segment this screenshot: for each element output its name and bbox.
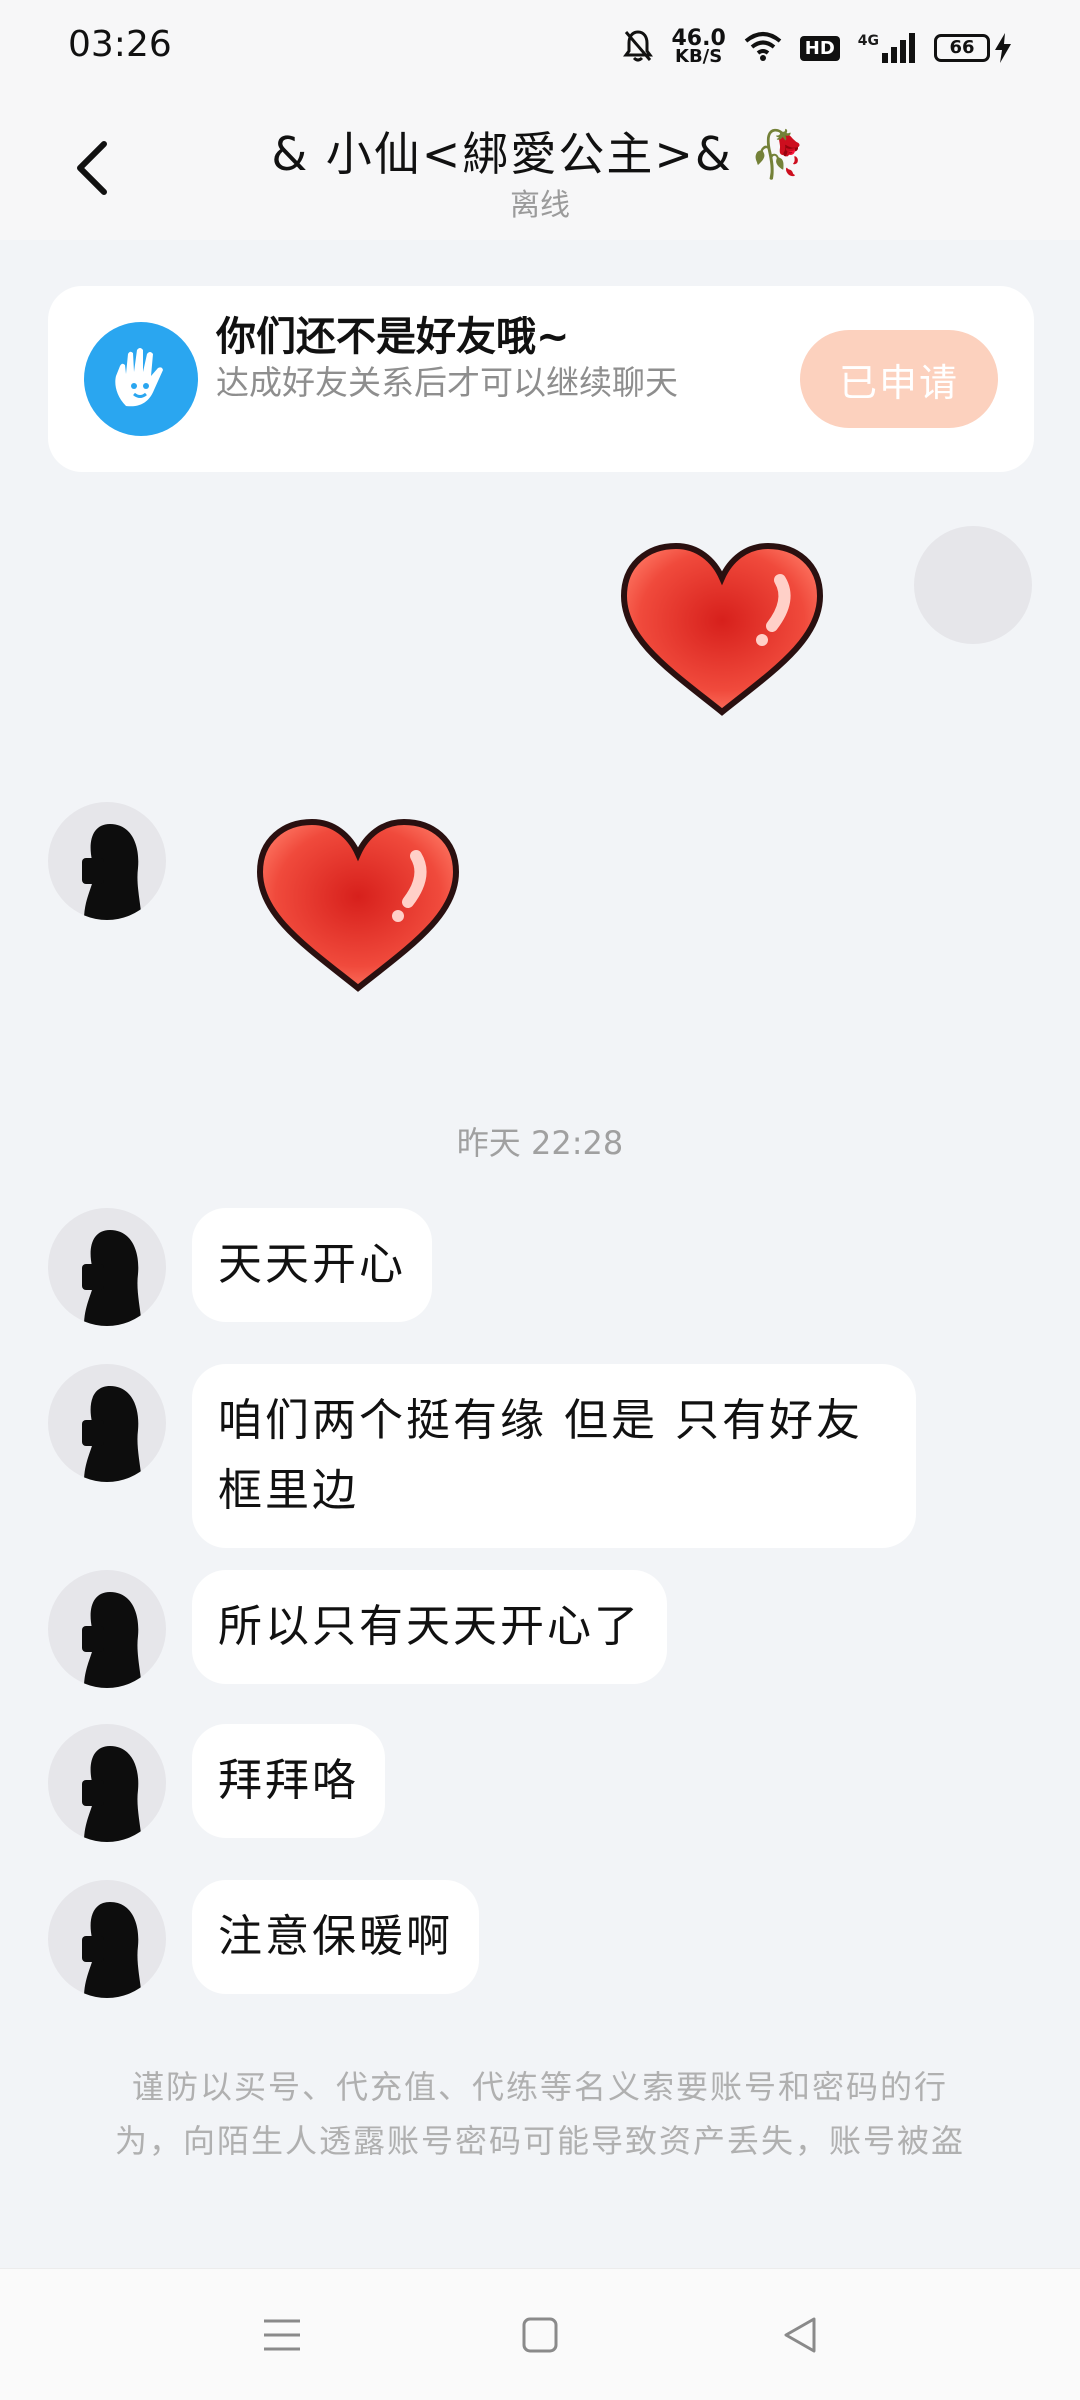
friend-banner-description: 达成好友关系后才可以继续聊天: [216, 363, 678, 402]
sent-heart-sticker[interactable]: [612, 540, 832, 724]
message-bubble[interactable]: 注意保暖啊: [192, 1880, 479, 1994]
charging-icon: [995, 33, 1011, 63]
friend-request-banner: 你们还不是好友哦~ 达成好友关系后才可以继续聊天 已申请: [48, 286, 1034, 472]
chat-screen: 03:26 46.0 KB/S HD 4G 66 & 小仙<綁愛公主>& 🥀 离…: [0, 0, 1080, 2400]
message-bubble[interactable]: 所以只有天天开心了: [192, 1570, 667, 1684]
friend-banner-title: 你们还不是好友哦~: [216, 314, 570, 360]
mute-bell-icon: [623, 29, 654, 67]
battery-indicator: 66: [934, 33, 1012, 63]
home-button[interactable]: [510, 2305, 570, 2365]
chat-header: & 小仙<綁愛公主>& 🥀 离线: [0, 96, 1080, 240]
message-bubble[interactable]: 天天开心: [192, 1208, 432, 1322]
status-icons: 46.0 KB/S HD 4G 66: [623, 22, 1012, 74]
menu-icon: [264, 2319, 300, 2351]
menu-button[interactable]: [252, 2305, 312, 2365]
contact-avatar[interactable]: [48, 1364, 166, 1482]
net-speed: 46.0 KB/S: [671, 26, 726, 67]
back-nav-button[interactable]: [770, 2305, 830, 2365]
system-nav-bar: [0, 2268, 1080, 2400]
hand-wave-icon: [84, 322, 198, 436]
contact-avatar[interactable]: [48, 1880, 166, 1998]
applied-button[interactable]: 已申请: [800, 330, 998, 428]
square-home-icon: [522, 2317, 558, 2353]
message-bubble[interactable]: 拜拜咯: [192, 1724, 385, 1838]
contact-avatar[interactable]: [48, 1570, 166, 1688]
online-status: 离线: [510, 188, 570, 223]
status-time: 03:26: [68, 24, 172, 65]
hd-badge: HD: [799, 35, 840, 61]
wifi-icon: [744, 31, 782, 65]
message-bubble[interactable]: 咱们两个挺有缘 但是 只有好友框里边: [192, 1364, 916, 1548]
triangle-back-icon: [784, 2317, 816, 2353]
signal-icon: 4G: [858, 33, 916, 63]
contact-avatar[interactable]: [48, 1724, 166, 1842]
message-timestamp: 昨天 22:28: [456, 1124, 624, 1162]
my-avatar[interactable]: [914, 526, 1032, 644]
received-heart-sticker[interactable]: [248, 816, 468, 1000]
status-bar: 03:26 46.0 KB/S HD 4G 66: [0, 0, 1080, 96]
contact-avatar[interactable]: [48, 1208, 166, 1326]
contact-avatar[interactable]: [48, 802, 166, 920]
contact-name[interactable]: & 小仙<綁愛公主>& 🥀: [0, 118, 1080, 184]
security-notice: 谨防以买号、代充值、代练等名义索要账号和密码的行为，向陌生人透露账号密码可能导致…: [114, 2068, 965, 2160]
